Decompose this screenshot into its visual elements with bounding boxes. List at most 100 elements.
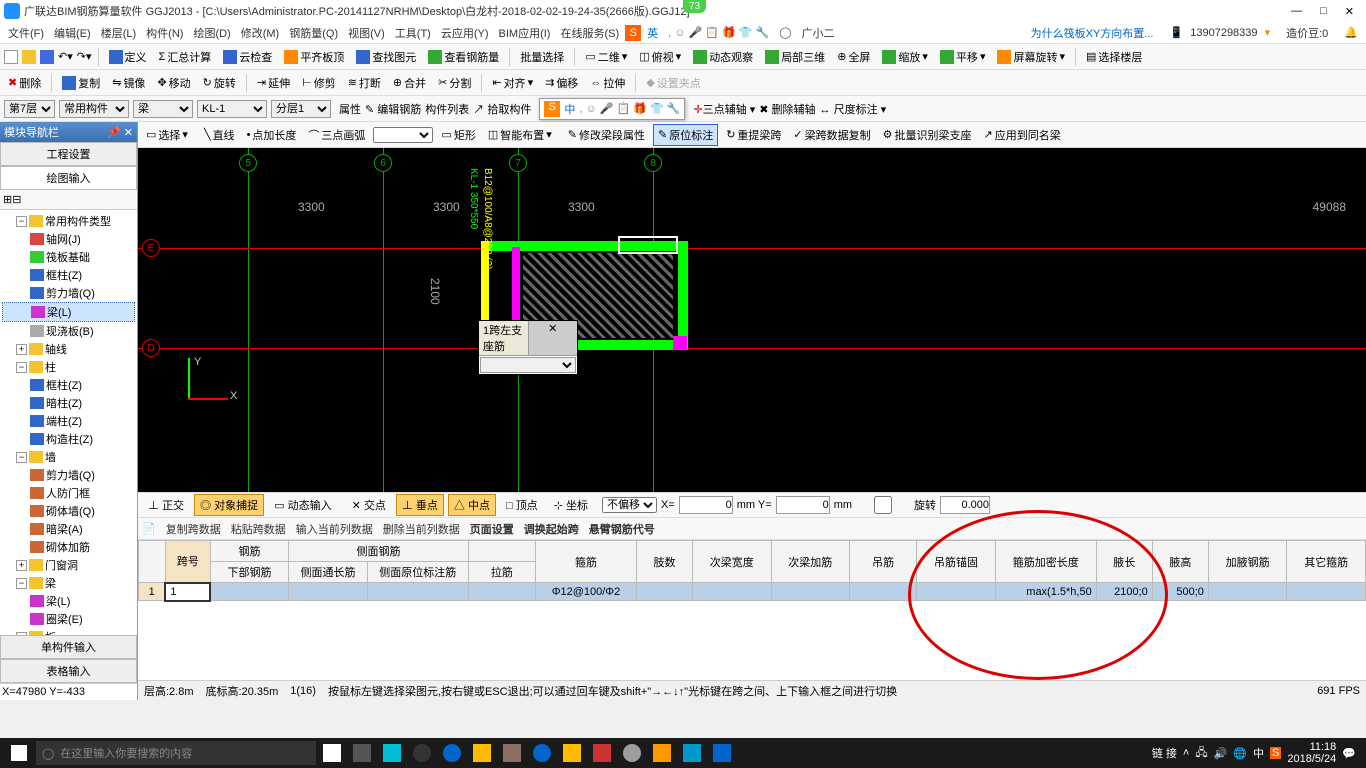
tree-col3[interactable]: 端柱(Z) bbox=[2, 412, 135, 430]
comp-list-button[interactable]: 构件列表 bbox=[425, 101, 469, 117]
cell-secw[interactable] bbox=[693, 583, 772, 601]
cell-hanger[interactable] bbox=[850, 583, 917, 601]
span-select[interactable]: 分层1 bbox=[271, 100, 331, 118]
table-row[interactable]: 1 1 Φ12@100/Φ2 max(1.5*h,50 2100;0 500;0 bbox=[139, 583, 1366, 601]
swap-span-button[interactable]: 调换起始跨 bbox=[524, 521, 579, 537]
smart-tool[interactable]: ◫ 智能布置 ▾ bbox=[484, 125, 556, 145]
tree-col1[interactable]: 框柱(Z) bbox=[2, 376, 135, 394]
del-aux-button[interactable]: ✖ 删除辅轴 bbox=[759, 101, 815, 117]
tree-common[interactable]: −常用构件类型 bbox=[2, 212, 135, 230]
drawing-canvas[interactable]: 5 6 7 8 E D 3300 3300 3300 49088 2100 KL… bbox=[138, 148, 1366, 492]
app3-icon[interactable] bbox=[408, 741, 436, 765]
cell-tie[interactable] bbox=[468, 583, 535, 601]
close-button[interactable]: ✕ bbox=[1345, 5, 1354, 18]
pan-button[interactable]: 平移 ▾ bbox=[936, 47, 990, 67]
tray-date[interactable]: 2018/5/24 bbox=[1287, 753, 1336, 765]
app2-icon[interactable] bbox=[378, 741, 406, 765]
copy-button[interactable]: 复制 bbox=[58, 73, 104, 93]
tree-slab-group[interactable]: −板 bbox=[2, 628, 135, 635]
dyn-input-toggle[interactable]: ▭ 动态输入 bbox=[268, 494, 337, 516]
data-icon[interactable]: 📄 bbox=[142, 522, 156, 535]
tree-b2[interactable]: 圈梁(E) bbox=[2, 610, 135, 628]
paste-span-button[interactable]: 粘贴跨数据 bbox=[231, 521, 286, 537]
aux-axis-button[interactable]: ✛三点辅轴 ▾ bbox=[693, 101, 755, 117]
2d-button[interactable]: ▭ 二维 ▾ bbox=[581, 47, 631, 67]
menu-cloud[interactable]: 云应用(Y) bbox=[437, 23, 493, 43]
extend-button[interactable]: ⇥ 延伸 bbox=[253, 73, 294, 93]
fullscreen-button[interactable]: ⊕ 全屏 bbox=[833, 47, 874, 67]
menu-draw[interactable]: 绘图(D) bbox=[189, 23, 234, 43]
minimize-button[interactable]: — bbox=[1291, 5, 1302, 18]
cell-stirrup[interactable]: Φ12@100/Φ2 bbox=[535, 583, 636, 601]
define-button[interactable]: 定义 bbox=[105, 47, 151, 67]
select-tool[interactable]: ▭ 选择 ▾ bbox=[142, 125, 192, 145]
tray-vol-icon[interactable]: 🔊 bbox=[1214, 747, 1228, 760]
x-input[interactable] bbox=[679, 496, 733, 514]
rotate-button[interactable]: ↻ 旋转 bbox=[199, 73, 240, 93]
cell-anchor[interactable] bbox=[917, 583, 996, 601]
cloud-check-button[interactable]: 云检查 bbox=[219, 47, 276, 67]
explorer-icon[interactable] bbox=[558, 741, 586, 765]
cost-bean[interactable]: 造价豆:0 bbox=[1282, 23, 1332, 43]
tab-project[interactable]: 工程设置 bbox=[0, 142, 137, 166]
user-label[interactable]: 广小二 bbox=[798, 23, 839, 43]
edit-rebar-button[interactable]: ✎ 编辑钢筋 bbox=[365, 101, 421, 117]
top-view-button[interactable]: ◫ 俯视 ▾ bbox=[635, 47, 685, 67]
offset-button[interactable]: ⇉ 偏移 bbox=[541, 73, 582, 93]
tray-ime-icon[interactable]: 中 bbox=[1253, 745, 1264, 761]
input-col-button[interactable]: 输入当前列数据 bbox=[296, 521, 373, 537]
arc-select[interactable] bbox=[373, 127, 433, 143]
phone-label[interactable]: 📱 13907298339 ▾ bbox=[1165, 24, 1274, 41]
insitu-popup[interactable]: 1跨左支座筋✕ bbox=[478, 320, 578, 375]
cell-legs[interactable] bbox=[636, 583, 692, 601]
floor-select[interactable]: 第7层 bbox=[4, 100, 55, 118]
y-input[interactable] bbox=[776, 496, 830, 514]
arc-tool[interactable]: ⌒ 三点画弧 bbox=[304, 125, 369, 145]
menu-component[interactable]: 构件(N) bbox=[142, 23, 187, 43]
cell-sf[interactable] bbox=[289, 583, 368, 601]
cantilever-button[interactable]: 悬臂钢筋代号 bbox=[589, 521, 655, 537]
app4-icon[interactable] bbox=[468, 741, 496, 765]
cell-yl[interactable]: 2100;0 bbox=[1096, 583, 1152, 601]
tab-single[interactable]: 单构件输入 bbox=[0, 635, 137, 659]
local3d-button[interactable]: 局部三维 bbox=[761, 47, 829, 67]
type-select[interactable]: 常用构件 bbox=[59, 100, 129, 118]
cell-yh[interactable]: 500;0 bbox=[1152, 583, 1208, 601]
tip-link[interactable]: 为什么筏板XY方向布置... bbox=[1027, 23, 1158, 43]
break-button[interactable]: ≋ 打断 bbox=[344, 73, 385, 93]
menu-rebar[interactable]: 钢筋量(Q) bbox=[285, 23, 342, 43]
maximize-button[interactable]: □ bbox=[1320, 5, 1327, 18]
menu-bim[interactable]: BIM应用(I) bbox=[495, 23, 555, 43]
cell-hr[interactable] bbox=[1208, 583, 1287, 601]
osnap-toggle[interactable]: ◎ 对象捕捉 bbox=[194, 494, 264, 516]
tray-notif-icon[interactable]: 💬 bbox=[1342, 747, 1356, 760]
modify-beam-tool[interactable]: ✎ 修改梁段属性 bbox=[564, 125, 649, 145]
tree-beam-group[interactable]: −梁 bbox=[2, 574, 135, 592]
split-button[interactable]: ✂ 分割 bbox=[434, 73, 475, 93]
tree-door-group[interactable]: +门窗洞 bbox=[2, 556, 135, 574]
tree-axis[interactable]: 轴网(J) bbox=[2, 230, 135, 248]
tree-column-group[interactable]: −柱 bbox=[2, 358, 135, 376]
cell-other[interactable] bbox=[1287, 583, 1366, 601]
search-box[interactable]: ◯ 在这里输入你要搜索的内容 bbox=[36, 741, 316, 765]
rotate-check[interactable] bbox=[856, 496, 910, 514]
menu-tools[interactable]: 工具(T) bbox=[391, 23, 435, 43]
tree-w1[interactable]: 剪力墙(Q) bbox=[2, 466, 135, 484]
offset-mode-select[interactable]: 不偏移 bbox=[602, 497, 657, 513]
zoom-button[interactable]: 缩放 ▾ bbox=[878, 47, 932, 67]
rotate-input[interactable] bbox=[940, 496, 990, 514]
menu-online[interactable]: 在线服务(S) bbox=[556, 23, 623, 43]
redo-icon[interactable]: ↷▾ bbox=[77, 50, 92, 63]
tree-col2[interactable]: 暗柱(Z) bbox=[2, 394, 135, 412]
vertex-snap[interactable]: □ 顶点 bbox=[500, 494, 544, 516]
taskview-icon[interactable] bbox=[318, 741, 346, 765]
tree-w4[interactable]: 暗梁(A) bbox=[2, 520, 135, 538]
intersect-snap[interactable]: ✕ 交点 bbox=[346, 494, 392, 516]
cell-span[interactable]: 1 bbox=[165, 583, 210, 601]
apply-same-tool[interactable]: ↗ 应用到同名梁 bbox=[980, 125, 1065, 145]
tree-b1[interactable]: 梁(L) bbox=[2, 592, 135, 610]
perp-snap[interactable]: ⊥ 垂点 bbox=[396, 494, 444, 516]
app1-icon[interactable] bbox=[348, 741, 376, 765]
tree-axis-group[interactable]: +轴线 bbox=[2, 340, 135, 358]
tree-framecol[interactable]: 框柱(Z) bbox=[2, 266, 135, 284]
